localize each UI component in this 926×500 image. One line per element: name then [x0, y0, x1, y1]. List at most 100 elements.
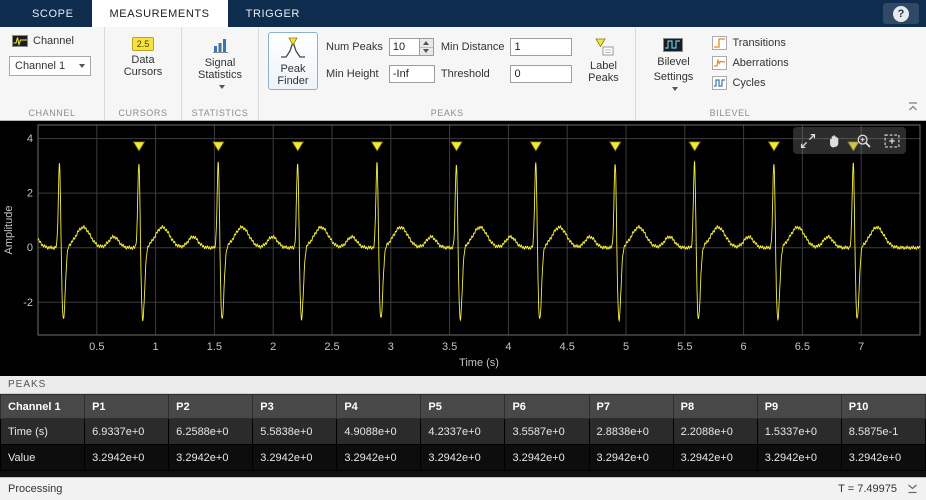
value-cell: 3.2942e+0: [504, 444, 590, 471]
peak-column-header: P8: [672, 394, 758, 419]
bilevel-settings-button[interactable]: Bilevel Settings: [645, 32, 701, 98]
value-cell: 3.2942e+0: [84, 444, 170, 471]
restore-view-button[interactable]: [795, 129, 820, 152]
peaks-panel-title: PEAKS: [0, 376, 926, 394]
num-peaks-input[interactable]: [388, 38, 420, 56]
x-tick-label: 2: [270, 341, 276, 353]
zoom-in-icon: [857, 134, 871, 148]
x-tick-label: 4: [505, 341, 511, 353]
bilevel-settings-label-2: Settings: [649, 71, 697, 95]
section-label-channel: CHANNEL: [28, 108, 76, 118]
section-cursors: 2.5 Data Cursors CURSORS: [104, 27, 181, 120]
label-peaks-icon: [595, 38, 614, 56]
section-label-bilevel: BILEVEL: [709, 108, 751, 118]
value-cell: 2.8838e+0: [588, 418, 674, 445]
value-cell: 3.5587e+0: [504, 418, 590, 445]
expand-panel-icon[interactable]: [907, 484, 918, 494]
help-button[interactable]: ?: [883, 3, 919, 24]
signal-statistics-button[interactable]: Signal Statistics: [191, 32, 249, 96]
spinner-down-icon[interactable]: [419, 46, 433, 56]
x-tick-label: 3.5: [442, 341, 457, 353]
x-tick-label: 3: [388, 341, 394, 353]
toolstrip: Channel Channel 1 CHANNEL 2.5 Data Curso…: [0, 27, 926, 121]
data-cursors-button[interactable]: 2.5 Data Cursors: [114, 32, 172, 81]
spinner-up-icon[interactable]: [420, 39, 433, 47]
x-tick-label: 5: [623, 341, 629, 353]
cycles-icon: [712, 76, 728, 90]
value-cell: 3.2942e+0: [168, 444, 254, 471]
value-cell: 3.2942e+0: [252, 444, 338, 471]
plot-toolbar: [793, 127, 906, 154]
pan-hand-icon: [829, 134, 838, 147]
data-cursors-icon: 2.5: [132, 37, 154, 51]
row-label: Value: [0, 444, 86, 471]
chevron-down-icon: [671, 87, 678, 92]
channel-button[interactable]: Channel: [9, 32, 91, 50]
peak-column-header: P9: [756, 394, 842, 419]
scope-window: SCOPE MEASUREMENTS TRIGGER ? Channel Cha…: [0, 0, 926, 500]
value-cell: 6.9337e+0: [84, 418, 170, 445]
value-cell: 5.5838e+0: [252, 418, 338, 445]
y-axis-label: Amplitude: [3, 206, 15, 255]
signal-statistics-label: Signal Statistics: [195, 57, 245, 93]
label-peaks-button[interactable]: Label Peaks: [580, 32, 626, 87]
value-cell: 6.2588e+0: [168, 418, 254, 445]
peak-column-header: P6: [504, 394, 590, 419]
peak-column-header: P4: [336, 394, 422, 419]
section-label-cursors: CURSORS: [118, 108, 168, 118]
plot-panel: -2 0 2 4 0.5 1 1.5 2 2.5 3 3.5 4 4.5 5 5.5 6 6.5 7 Time (s…: [0, 121, 926, 376]
x-tick-label: 7: [858, 341, 864, 353]
min-height-input[interactable]: [388, 65, 435, 83]
peak-column-header: P2: [168, 394, 254, 419]
aberrations-button[interactable]: Aberrations: [709, 54, 791, 72]
x-tick-label: 0.5: [89, 341, 104, 353]
value-cell: 3.2942e+0: [336, 444, 422, 471]
min-distance-label: Min Distance: [440, 41, 505, 53]
restore-view-icon: [800, 133, 815, 148]
section-label-peaks: PEAKS: [430, 108, 464, 118]
channel-icon: [12, 35, 28, 47]
peak-finder-label: Peak Finder: [277, 63, 309, 87]
bar-chart-icon: [212, 39, 228, 53]
peak-column-header: P1: [84, 394, 170, 419]
tab-bar: SCOPE MEASUREMENTS TRIGGER ?: [0, 0, 926, 27]
cycles-button[interactable]: Cycles: [709, 74, 791, 92]
num-peaks-stepper[interactable]: [419, 38, 434, 56]
tab-scope[interactable]: SCOPE: [14, 0, 92, 27]
value-cell: 2.2088e+0: [672, 418, 758, 445]
tab-trigger[interactable]: TRIGGER: [228, 0, 318, 27]
cycles-label: Cycles: [732, 77, 766, 89]
fit-to-view-icon: [884, 133, 899, 148]
help-icon: ?: [893, 5, 909, 22]
x-tick-label: 1: [153, 341, 159, 353]
waveform-chart[interactable]: -2 0 2 4 0.5 1 1.5 2 2.5 3 3.5 4 4.5 5 5.5 6 6.5 7 Time (s…: [0, 121, 926, 376]
status-text: Processing: [8, 483, 63, 495]
transitions-icon: [712, 36, 728, 50]
fit-to-view-button[interactable]: [879, 129, 904, 152]
peak-column-header: P7: [588, 394, 674, 419]
section-channel: Channel Channel 1 CHANNEL: [0, 27, 104, 120]
tab-measurements[interactable]: MEASUREMENTS: [91, 0, 228, 27]
x-tick-label: 4.5: [560, 341, 575, 353]
collapse-toolstrip-button[interactable]: [906, 100, 920, 112]
zoom-in-button[interactable]: [851, 129, 876, 152]
channel-select[interactable]: Channel 1: [9, 56, 91, 76]
y-tick-label: 2: [27, 188, 33, 200]
value-cell: 3.2942e+0: [756, 444, 842, 471]
peak-finder-toggle[interactable]: Peak Finder: [268, 32, 318, 90]
channel-button-label: Channel: [33, 35, 74, 47]
transitions-button[interactable]: Transitions: [709, 34, 791, 52]
pan-button[interactable]: [823, 129, 848, 152]
value-cell: 1.5337e+0: [756, 418, 842, 445]
y-tick-label: 4: [27, 133, 33, 145]
num-peaks-label: Num Peaks: [326, 41, 383, 53]
x-axis-label: Time (s): [459, 357, 499, 369]
channel-select-value: Channel 1: [15, 60, 66, 72]
collapse-up-icon: [909, 101, 917, 110]
peak-column-header: P3: [252, 394, 338, 419]
status-bar: Processing T = 7.49975: [0, 477, 926, 500]
threshold-input[interactable]: [510, 65, 573, 83]
min-distance-input[interactable]: [510, 38, 573, 56]
value-cell: 8.5875e-1: [840, 418, 926, 445]
label-peaks-label: Label Peaks: [588, 60, 619, 84]
